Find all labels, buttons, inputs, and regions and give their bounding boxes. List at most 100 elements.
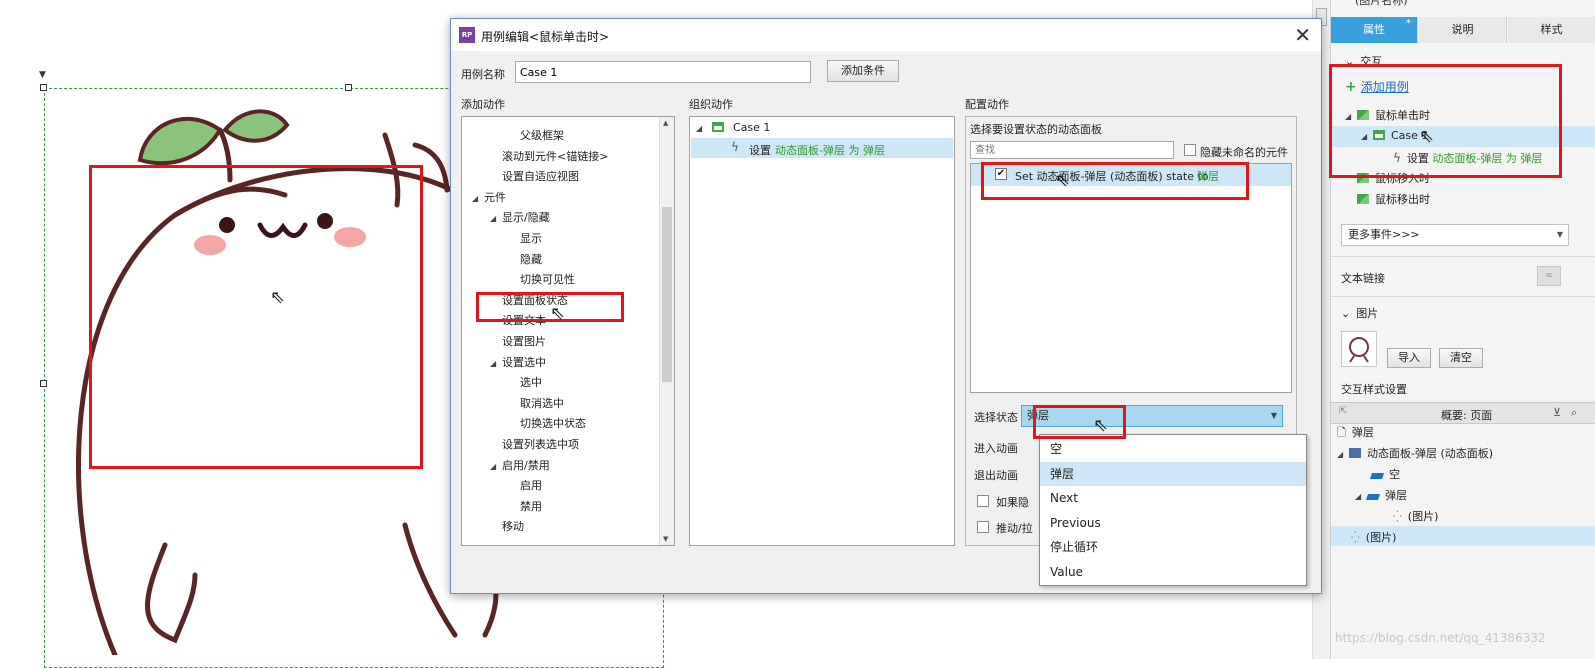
state-select[interactable]: 弹层 ▼ — [1021, 405, 1283, 427]
dropdown-option[interactable]: 停止循环 — [1040, 535, 1306, 559]
action-tree-item[interactable]: 设置自适应视图 — [502, 168, 579, 184]
organize-action-tree[interactable]: ◢ Case 1 ϟ 设置 动态面板-弹层 为 弹层 — [689, 116, 955, 546]
action-tree-scrollbar[interactable]: ▲ ▼ — [659, 117, 674, 545]
image-section[interactable]: ⌄ 图片 — [1341, 305, 1378, 321]
action-row[interactable]: ϟ 设置 动态面板-弹层 为 弹层 — [691, 138, 953, 158]
image-thumbnail[interactable] — [1341, 331, 1377, 367]
action-tree-item[interactable]: 选中 — [520, 374, 542, 390]
action-tree-item[interactable]: 取消选中 — [520, 395, 564, 411]
action-tree-label: 隐藏 — [520, 252, 542, 266]
search-input[interactable] — [970, 141, 1174, 159]
dropdown-option[interactable]: 弹层 — [1040, 461, 1306, 486]
resize-handle-top[interactable] — [345, 84, 352, 91]
outline-dynamic-panel[interactable]: ◢ 动态面板-弹层 (动态面板) — [1337, 445, 1493, 461]
action-tree-item[interactable]: 设置列表选中项 — [502, 436, 579, 452]
collapse-icon[interactable]: ◢ — [1361, 132, 1373, 141]
case-name-input[interactable] — [515, 61, 811, 83]
more-events-select[interactable]: 更多事件>>> ▼ — [1341, 224, 1569, 246]
link-icon[interactable]: ∞ — [1537, 266, 1561, 286]
chevron-down-icon[interactable]: ▼ — [1271, 406, 1277, 426]
filter-icon[interactable]: ⊻ — [1553, 406, 1561, 419]
chevron-down-icon: ⌄ — [1341, 307, 1351, 320]
close-icon[interactable]: ✕ — [1294, 23, 1311, 47]
scrollbar-thumb[interactable] — [662, 207, 672, 382]
collapse-icon[interactable]: ◢ — [490, 462, 502, 471]
outline-image-root[interactable]: ⁛ (图片) — [1351, 529, 1396, 545]
dropdown-option[interactable]: Previous — [1040, 511, 1306, 535]
event-click[interactable]: ◢ 鼠标单击时 — [1345, 107, 1430, 123]
action-node[interactable]: ϟ 设置 动态面板-弹层 为 弹层 — [1393, 150, 1542, 166]
action-tree-item[interactable]: 切换可见性 — [520, 271, 575, 287]
outline-state-empty[interactable]: 空 — [1369, 466, 1400, 482]
collapse-icon[interactable]: ◢ — [490, 359, 502, 368]
add-action-header: 添加动作 — [461, 98, 505, 111]
push-pull-label: 推动/拉 — [996, 522, 1033, 535]
collapse-icon[interactable]: ◢ — [1337, 450, 1349, 459]
action-tree-item[interactable]: ◢ 设置选中 — [490, 354, 546, 370]
panel-list[interactable]: ✔ Set 动态面板-弹层 (动态面板) state to 弹层 — [970, 163, 1292, 393]
action-tree-label: 取消选中 — [520, 396, 564, 410]
show-if-hidden-checkbox[interactable] — [977, 495, 989, 507]
tab-properties[interactable]: 属性 * — [1331, 17, 1418, 43]
dropdown-option[interactable]: 空 — [1040, 437, 1306, 461]
hide-unnamed-checkbox[interactable] — [1184, 144, 1196, 156]
action-tree-item[interactable]: 设置文本 — [502, 312, 546, 328]
action-tree-item[interactable]: 滚动到元件<锚链接> — [502, 148, 608, 164]
push-pull-checkbox[interactable] — [977, 521, 989, 533]
collapse-panel-icon[interactable]: ⇱ — [1339, 406, 1347, 417]
resize-handle-left[interactable] — [40, 380, 47, 387]
scroll-down-icon[interactable]: ▼ — [663, 535, 668, 543]
scroll-up-icon[interactable]: ▲ — [663, 119, 668, 127]
action-tree-item[interactable]: 移动 — [502, 518, 524, 534]
action-tree-item[interactable]: 切换选中状态 — [520, 415, 586, 431]
action-tree-item[interactable]: 设置图片 — [502, 333, 546, 349]
lightning-icon: ϟ — [731, 140, 739, 154]
dropdown-option[interactable]: Next — [1040, 486, 1306, 510]
import-button[interactable]: 导入 — [1387, 348, 1431, 368]
collapse-icon[interactable]: ◢ — [1345, 112, 1357, 121]
action-tree-item[interactable]: 隐藏 — [520, 251, 542, 267]
action-tree-item[interactable]: ◢ 元件 — [472, 189, 506, 205]
action-tree-item[interactable]: 父级框架 — [520, 127, 564, 143]
dropdown-option[interactable]: Value — [1040, 560, 1306, 584]
outline-header: ⇱ 概要: 页面 ⊻ ⌕ — [1331, 402, 1595, 424]
select-panel-label: 选择要设置状态的动态面板 — [970, 123, 1102, 136]
outline-image-child[interactable]: ⁛ (图片) — [1393, 508, 1438, 524]
search-icon[interactable]: ⌕ — [1571, 406, 1577, 420]
interaction-section[interactable]: ⌄ 交互 — [1345, 53, 1382, 69]
add-condition-button[interactable]: 添加条件 — [827, 60, 899, 82]
clear-button[interactable]: 清空 — [1439, 348, 1483, 368]
tab-notes[interactable]: 说明 — [1419, 17, 1507, 43]
add-action-tree[interactable]: 父级框架 滚动到元件<锚链接> 设置自适应视图 ◢ 元件 ◢ 显示/隐藏 显示 隐藏 切换可见性设… — [461, 116, 675, 546]
resize-handle-tl[interactable] — [40, 84, 47, 91]
action-tree-item[interactable]: 禁用 — [520, 498, 542, 514]
state-dropdown-list[interactable]: 空弹层 Next Previous 停止循环 Value — [1039, 434, 1307, 586]
panel-row-text: Set 动态面板-弹层 (动态面板) state to — [1015, 170, 1209, 183]
collapse-icon[interactable]: ◢ — [472, 194, 484, 203]
enter-animation-label: 进入动画 — [974, 442, 1018, 455]
unsaved-badge: * — [1406, 18, 1411, 29]
tab-style[interactable]: 样式 — [1508, 17, 1595, 43]
event-mouse-enter[interactable]: 鼠标移入时 — [1345, 170, 1430, 186]
action-tree-item[interactable]: ◢ 显示/隐藏 — [490, 209, 550, 225]
case-node[interactable]: ◢ Case 1 — [696, 121, 770, 134]
watermark: https://blog.csdn.net/qq_41386332 — [1335, 631, 1546, 645]
outline-page[interactable]: 🗋 弹层 — [1337, 424, 1374, 443]
panel-list-row[interactable]: ✔ Set 动态面板-弹层 (动态面板) state to 弹层 — [971, 164, 1291, 186]
action-tree-label: 显示/隐藏 — [502, 211, 550, 225]
panel-row-checkbox[interactable]: ✔ — [995, 168, 1007, 180]
show-if-hidden-label: 如果隐 — [996, 496, 1029, 509]
text-link-label: 文本链接 — [1341, 272, 1385, 285]
action-tree-item[interactable]: 启用 — [520, 477, 542, 493]
outline-state-popup[interactable]: ◢ 弹层 — [1355, 487, 1407, 503]
collapse-icon[interactable]: ◢ — [696, 124, 708, 133]
action-tree-item[interactable]: ◢ 启用/禁用 — [490, 457, 550, 473]
divider — [1331, 256, 1595, 257]
action-tree-item[interactable]: 显示 — [520, 230, 542, 246]
collapse-icon[interactable]: ◢ — [490, 214, 502, 223]
add-case-link[interactable]: + 添加用例 — [1345, 78, 1409, 95]
case-label: Case 1 — [733, 121, 771, 134]
image-icon: ⁛ — [1351, 531, 1360, 544]
image-preview-icon — [1349, 337, 1369, 363]
event-mouse-leave[interactable]: 鼠标移出时 — [1345, 191, 1430, 207]
